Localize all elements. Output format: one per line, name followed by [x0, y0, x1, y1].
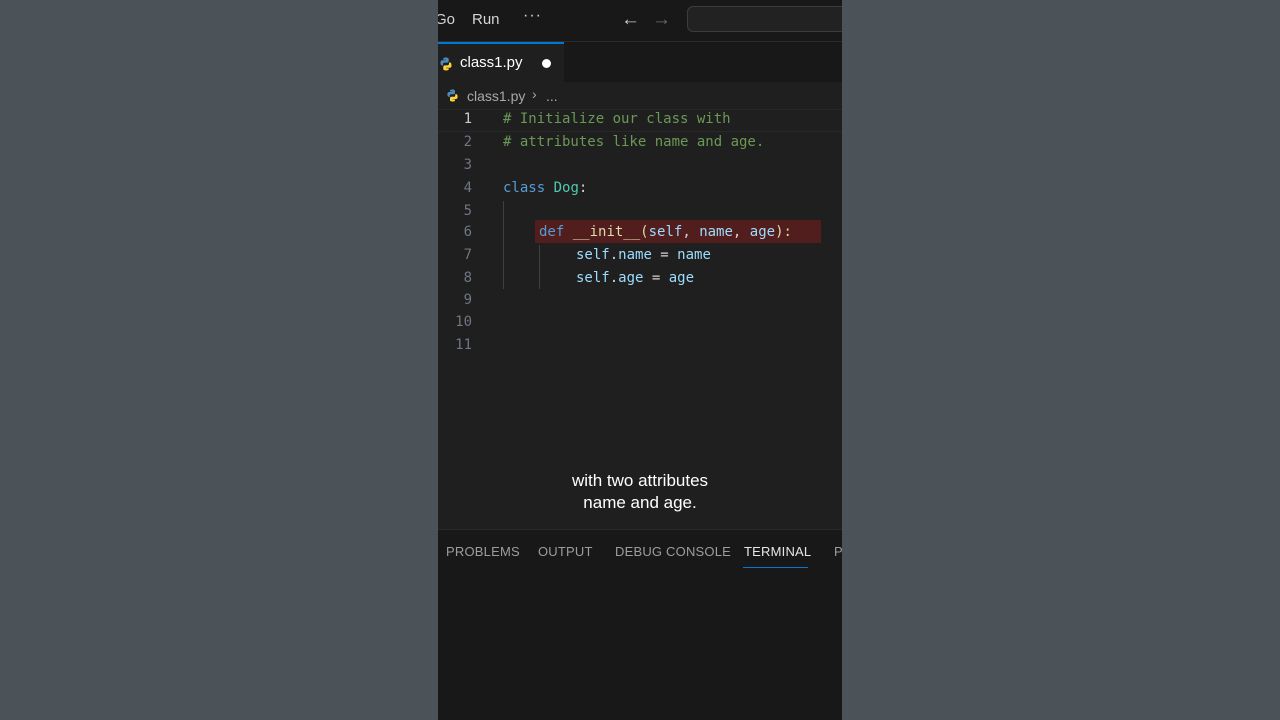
- line-number: 5: [463, 203, 472, 219]
- punct-token: :: [578, 180, 588, 196]
- breadcrumb: class1.py › ...: [438, 82, 842, 109]
- active-tab-indicator: [743, 567, 808, 568]
- attribute-token: age: [618, 270, 644, 286]
- more-menu-icon[interactable]: ···: [523, 7, 542, 25]
- line-number: 6: [463, 224, 472, 240]
- line-number: 7: [463, 247, 472, 263]
- operator-token: =: [643, 270, 669, 286]
- code-line: 8 self.age = age: [438, 268, 842, 291]
- variable-token: name: [677, 247, 711, 263]
- code-line: 2 # attributes like name and age.: [438, 132, 842, 155]
- panel-tab-output[interactable]: OUTPUT: [538, 544, 593, 559]
- menu-go[interactable]: Go: [438, 11, 455, 28]
- code-line: 10: [438, 312, 842, 335]
- code-editor[interactable]: 1 # Initialize our class with 2 # attrib…: [438, 109, 842, 529]
- code-line: 3: [438, 155, 842, 178]
- punct-token: .: [609, 270, 619, 286]
- param-token: name: [699, 224, 733, 240]
- forward-arrow-icon[interactable]: →: [652, 9, 671, 31]
- punct-token: ,: [682, 224, 700, 240]
- code-text: self.name = name: [576, 247, 711, 263]
- punct-token: ):: [775, 224, 792, 240]
- python-icon: [439, 57, 453, 76]
- code-line: 6 def __init__(self, name, age):: [438, 222, 842, 245]
- code-line: 7 self.name = name: [438, 245, 842, 268]
- video-caption: with two attributes name and age.: [438, 470, 842, 514]
- line-number: 1: [463, 111, 472, 127]
- param-token: self: [648, 224, 683, 240]
- tab-label: class1.py: [460, 54, 523, 71]
- line-number: 9: [463, 292, 472, 308]
- param-token: age: [749, 224, 776, 240]
- keyword-token: class: [503, 180, 546, 196]
- chevron-right-icon: ›: [532, 86, 537, 102]
- attribute-token: name: [618, 247, 652, 263]
- code-line: 4 class Dog:: [438, 178, 842, 201]
- code-text: # Initialize our class with: [503, 111, 731, 127]
- line-number: 8: [463, 270, 472, 286]
- unsaved-dot-icon[interactable]: [542, 59, 551, 68]
- punct-token: (: [640, 224, 649, 240]
- panel-tab-problems[interactable]: PROBLEMS: [446, 544, 520, 559]
- operator-token: =: [651, 247, 678, 263]
- panel-tab-terminal[interactable]: TERMINAL: [744, 544, 811, 559]
- menu-run[interactable]: Run: [472, 11, 500, 28]
- line-number: 11: [455, 337, 472, 353]
- code-text: # attributes like name and age.: [503, 134, 764, 150]
- caption-line: with two attributes: [571, 471, 709, 490]
- line-number: 4: [463, 180, 472, 196]
- code-line: 1 # Initialize our class with: [438, 109, 842, 132]
- comment-token: # Initialize our class with: [503, 111, 731, 127]
- comment-token: # attributes like name and age.: [503, 134, 765, 150]
- code-line: 5: [438, 201, 842, 224]
- line-number: 3: [463, 157, 472, 173]
- breadcrumb-symbols[interactable]: ...: [546, 88, 558, 104]
- menu-bar: Go Run ··· ← →: [438, 0, 842, 42]
- function-token: __init__: [572, 224, 641, 240]
- punct-token: .: [609, 247, 619, 263]
- variable-token: self: [576, 270, 610, 286]
- back-arrow-icon[interactable]: ←: [621, 9, 640, 31]
- caption-line: name and age.: [583, 493, 697, 512]
- code-text: def __init__(self, name, age):: [539, 224, 792, 240]
- vscode-window: Go Run ··· ← → class1.py class1.py › ...…: [438, 0, 842, 720]
- python-icon: [446, 89, 459, 107]
- tab-class1-py[interactable]: class1.py: [438, 42, 564, 82]
- breadcrumb-file[interactable]: class1.py: [467, 88, 525, 104]
- editor-tab-bar: class1.py: [438, 42, 842, 83]
- panel-tab-ports[interactable]: PORTS: [834, 544, 842, 559]
- variable-token: age: [668, 270, 695, 286]
- panel-tab-debug-console[interactable]: DEBUG CONSOLE: [615, 544, 731, 559]
- bottom-panel: PROBLEMS OUTPUT DEBUG CONSOLE TERMINAL P…: [438, 529, 842, 720]
- line-number: 10: [455, 314, 472, 330]
- code-line: 9: [438, 290, 842, 313]
- variable-token: self: [576, 247, 610, 263]
- keyword-token: def: [539, 224, 565, 240]
- code-text: class Dog:: [503, 180, 587, 196]
- command-center-search[interactable]: [687, 6, 842, 32]
- class-name-token: Dog: [553, 180, 579, 196]
- line-number: 2: [463, 134, 472, 150]
- code-line: 11: [438, 335, 842, 358]
- code-text: self.age = age: [576, 270, 694, 286]
- punct-token: ,: [732, 224, 750, 240]
